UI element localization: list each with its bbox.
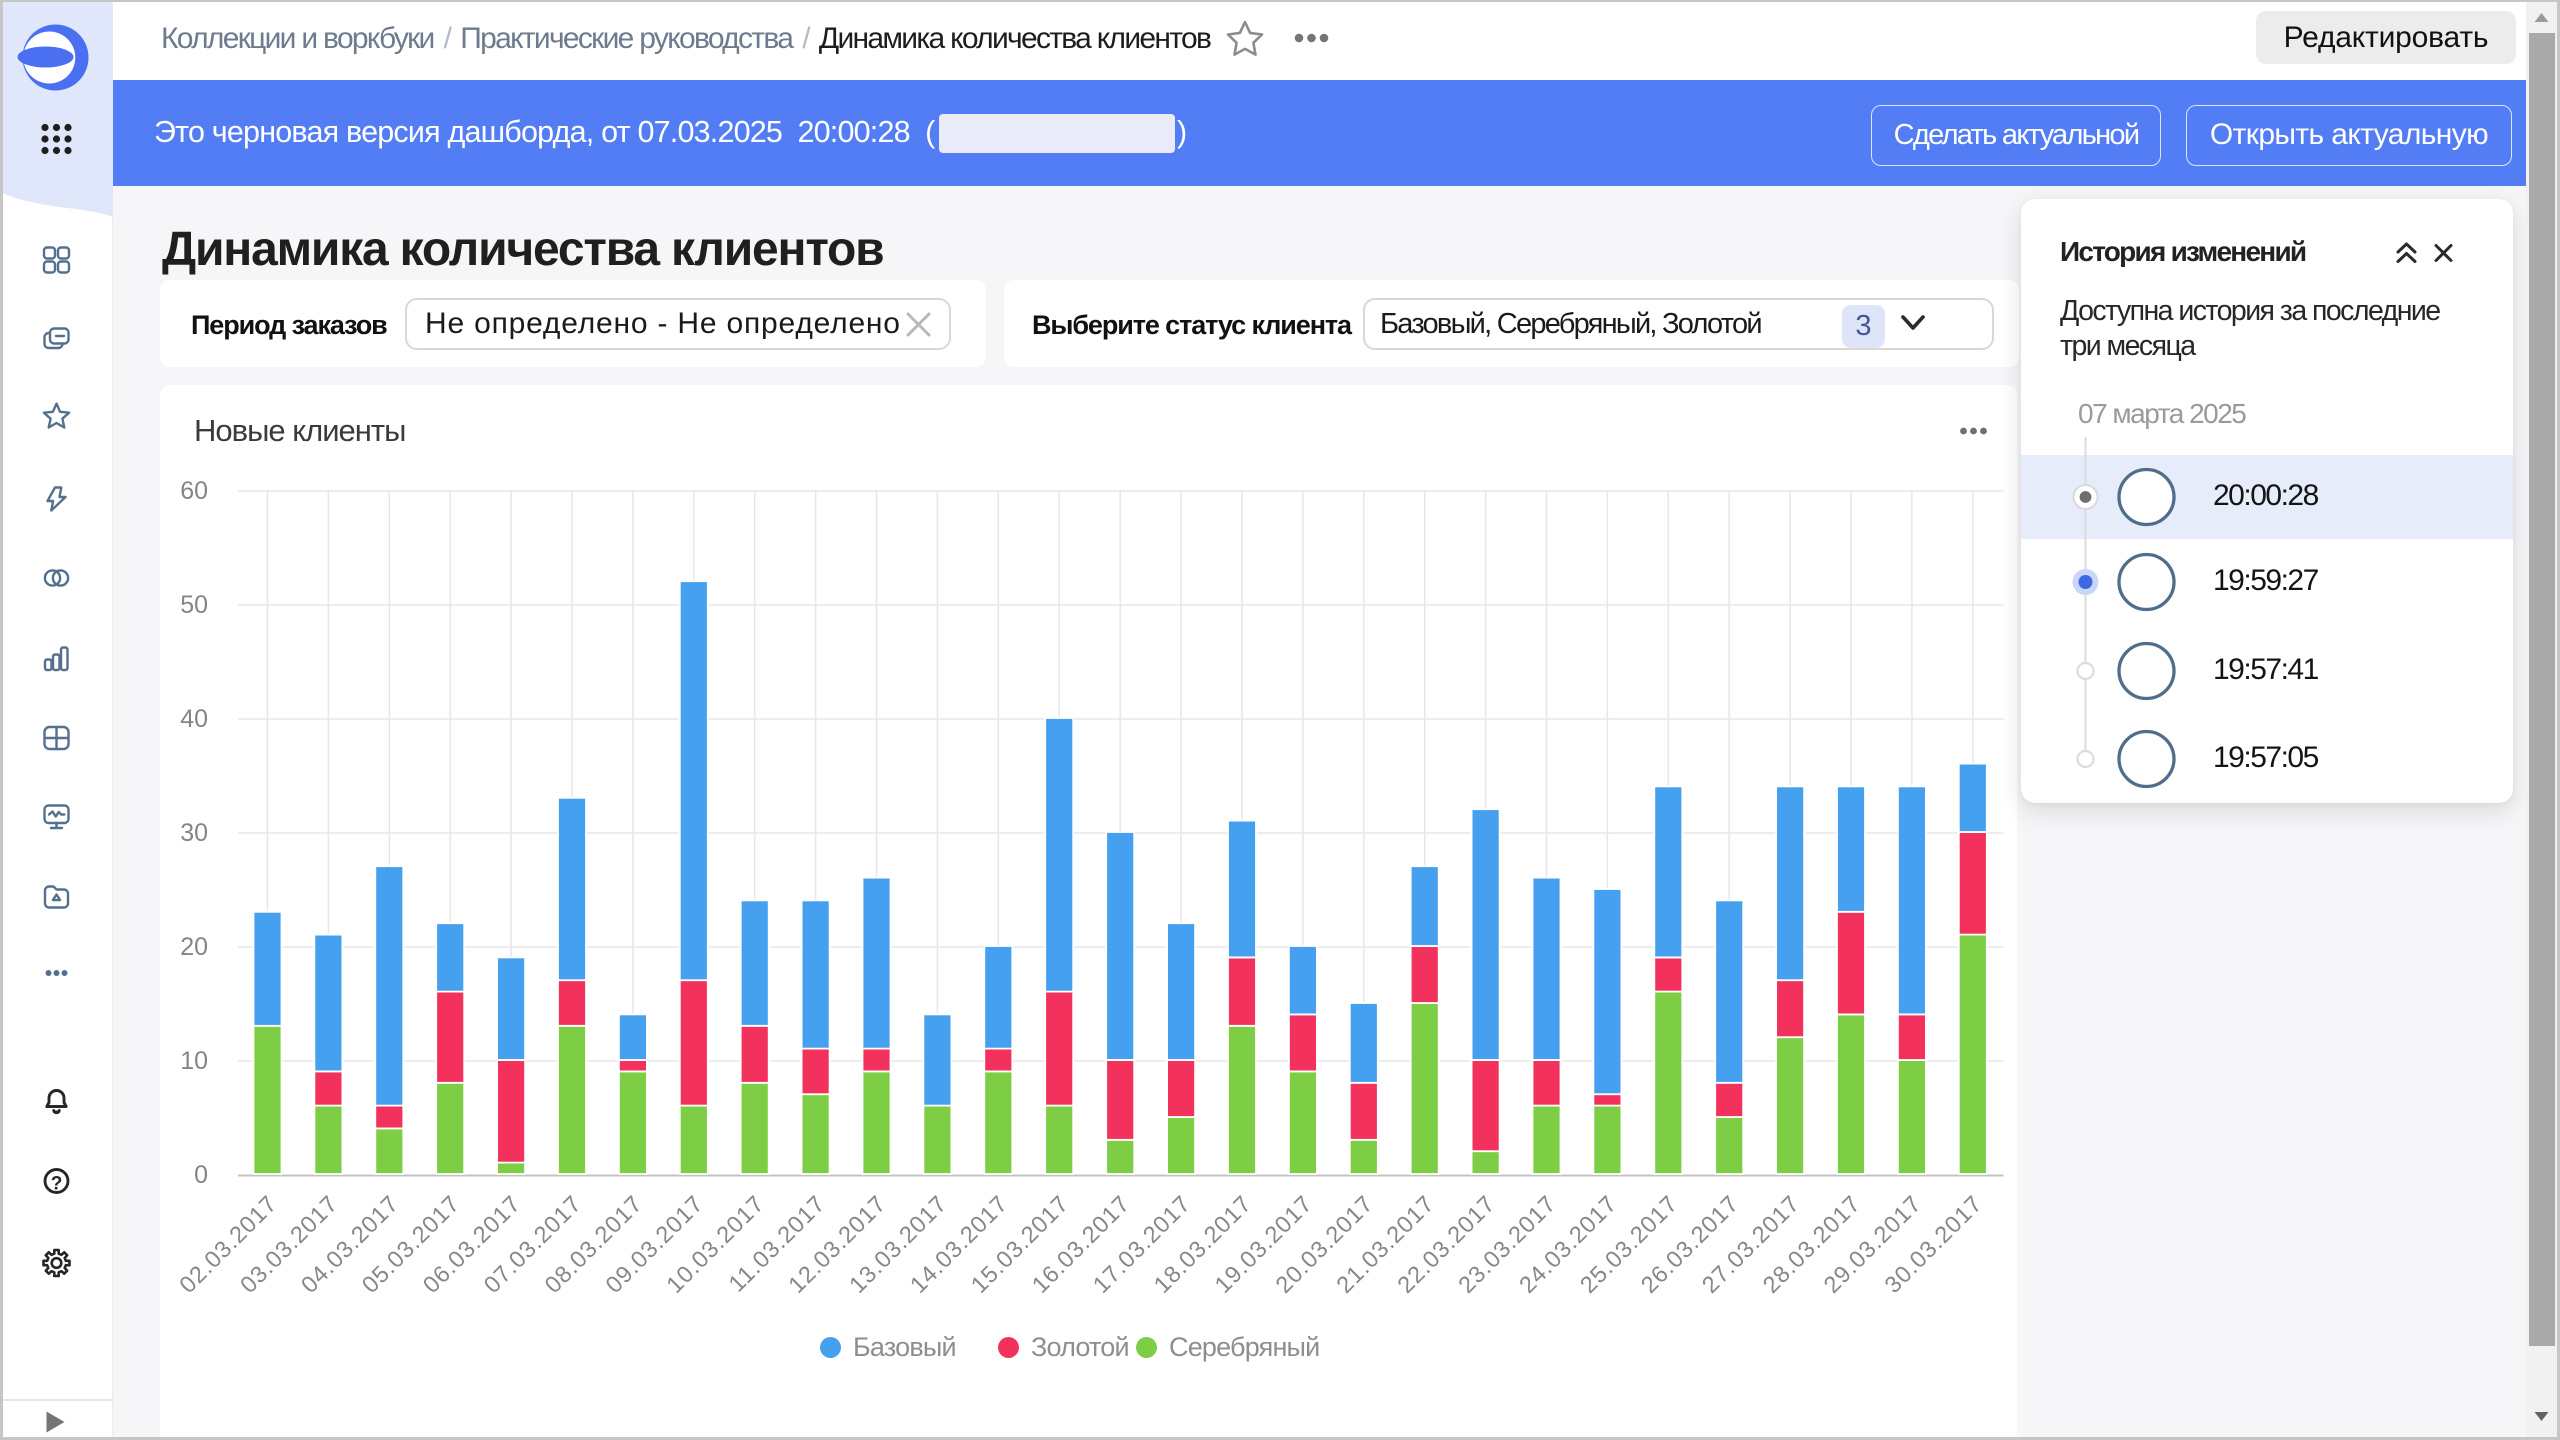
svg-text:10: 10 (180, 1047, 208, 1075)
svg-text:0: 0 (194, 1161, 208, 1189)
svg-text:40: 40 (180, 705, 208, 733)
svg-text:60: 60 (180, 477, 208, 505)
svg-text:50: 50 (180, 591, 208, 619)
svg-text:?: ? (51, 1174, 63, 1195)
svg-text:20: 20 (180, 933, 208, 961)
svg-text:30: 30 (180, 819, 208, 847)
